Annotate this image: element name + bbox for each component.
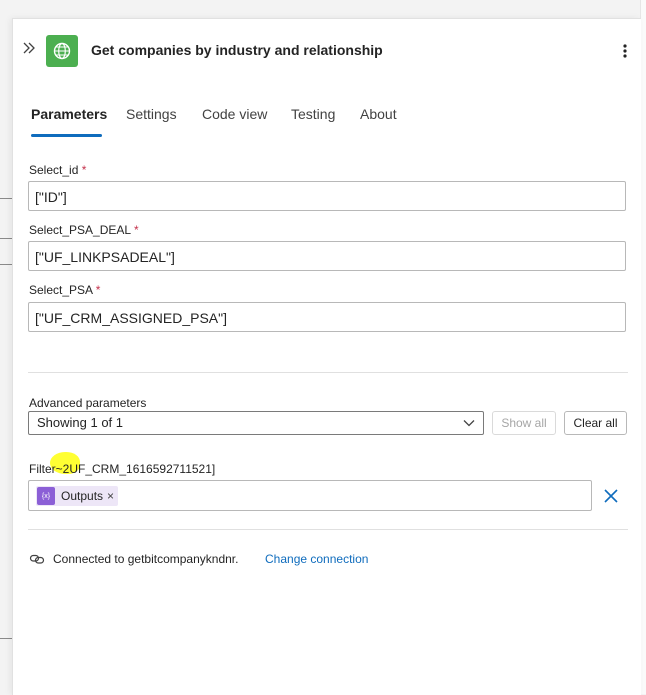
- section-divider: [28, 372, 628, 373]
- field-label-text: Select_id: [29, 163, 79, 177]
- select-psa-label: Select_PSA *: [29, 283, 100, 297]
- select-id-label: Select_id *: [29, 163, 86, 177]
- clear-all-button[interactable]: Clear all: [564, 411, 627, 435]
- panel-header: Get companies by industry and relationsh…: [13, 19, 641, 81]
- required-mark: *: [81, 163, 87, 177]
- globe-icon: [53, 42, 71, 60]
- select-psa-deal-label: Select_PSA_DEAL *: [29, 223, 139, 237]
- token-remove-icon[interactable]: ×: [107, 489, 114, 503]
- tab-parameters[interactable]: Parameters: [31, 106, 107, 122]
- canvas-connector-line: [0, 198, 12, 199]
- more-vertical-icon: [623, 44, 627, 58]
- field-label-text: Select_PSA: [29, 283, 93, 297]
- remove-parameter-button[interactable]: [602, 487, 620, 505]
- connection-info: Connected to getbitcompanykndnr. Change …: [29, 551, 589, 569]
- expression-icon: {x}: [37, 487, 55, 505]
- filter-input[interactable]: {x} Outputs ×: [28, 480, 592, 511]
- tab-settings[interactable]: Settings: [126, 106, 177, 122]
- tab-about[interactable]: About: [360, 106, 397, 122]
- chevron-down-icon: [463, 420, 475, 427]
- section-divider: [28, 529, 628, 530]
- token-label: Outputs: [61, 489, 104, 503]
- more-options-button[interactable]: [619, 41, 631, 61]
- select-id-input[interactable]: ["ID"]: [28, 181, 626, 211]
- field-label-text: Select_PSA_DEAL: [29, 223, 131, 237]
- change-connection-link[interactable]: Change connection: [265, 552, 368, 566]
- outputs-token[interactable]: {x} Outputs ×: [36, 486, 119, 506]
- select-psa-deal-input[interactable]: ["UF_LINKPSADEAL"]: [28, 241, 626, 271]
- connector-icon: [46, 35, 78, 67]
- dropdown-selected-value: Showing 1 of 1: [37, 415, 124, 430]
- canvas-connector-line: [0, 264, 12, 265]
- tab-testing[interactable]: Testing: [291, 106, 335, 122]
- canvas-connector-line: [0, 638, 12, 639]
- filter-label: Filter~2UF_CRM_1616592711521]: [29, 462, 216, 476]
- link-icon: [29, 554, 45, 564]
- action-title: Get companies by industry and relationsh…: [91, 42, 383, 58]
- active-tab-indicator: [31, 134, 102, 137]
- double-chevron-right-icon: [23, 42, 35, 54]
- required-mark: *: [133, 223, 139, 237]
- show-all-button[interactable]: Show all: [492, 411, 556, 435]
- canvas-connector-line: [0, 238, 12, 239]
- required-mark: *: [95, 283, 101, 297]
- collapse-panel-button[interactable]: [22, 41, 36, 55]
- action-details-panel: Get companies by industry and relationsh…: [12, 18, 641, 695]
- select-psa-input[interactable]: ["UF_CRM_ASSIGNED_PSA"]: [28, 302, 626, 332]
- close-icon: [604, 489, 618, 503]
- tab-code-view[interactable]: Code view: [202, 106, 267, 122]
- advanced-parameters-dropdown[interactable]: Showing 1 of 1: [28, 411, 484, 435]
- connection-status-text: Connected to getbitcompanykndnr.: [53, 552, 239, 566]
- advanced-parameters-label: Advanced parameters: [29, 396, 147, 410]
